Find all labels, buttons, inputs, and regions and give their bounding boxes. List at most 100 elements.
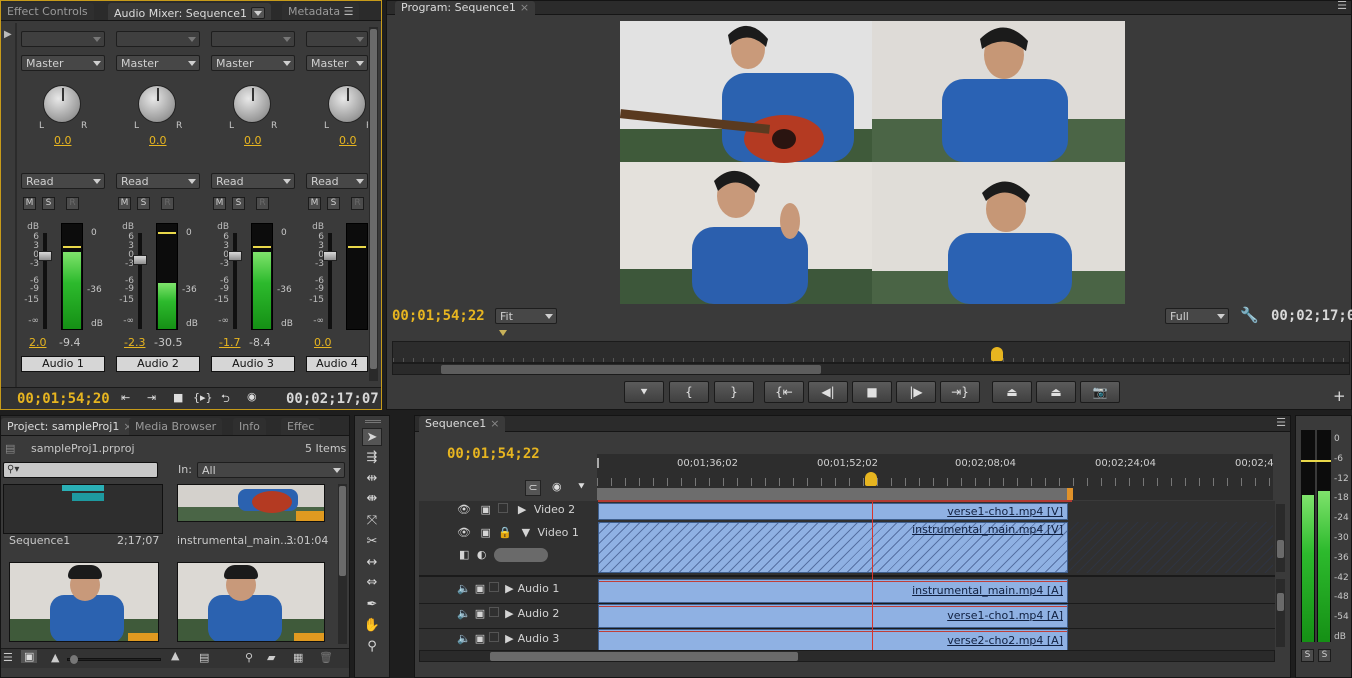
- expand-arrow-icon[interactable]: ▶: [505, 582, 513, 595]
- slide-tool-icon[interactable]: ⇔: [362, 574, 382, 592]
- project-item-verse2-thumb[interactable]: [177, 562, 325, 642]
- ripple-edit-tool-icon[interactable]: ⇹: [362, 470, 382, 488]
- selection-tool-icon[interactable]: ➤: [362, 428, 382, 446]
- output-dropdown[interactable]: Master: [116, 55, 200, 71]
- work-area-bar[interactable]: [597, 488, 1071, 500]
- pan-value[interactable]: 0.0: [244, 134, 262, 147]
- go-to-out-button[interactable]: ⇥}: [940, 381, 980, 403]
- input-dropdown[interactable]: [116, 31, 200, 47]
- track-header-video2[interactable]: 👁 ▣ ▶ Video 2: [457, 503, 597, 523]
- expand-arrow-icon[interactable]: ▶: [505, 607, 513, 620]
- video-tracks-scrollbar[interactable]: [1276, 504, 1285, 572]
- volume-rubber-band[interactable]: [599, 631, 1067, 632]
- rate-stretch-tool-icon[interactable]: ⤧: [362, 512, 382, 530]
- solo-button[interactable]: S: [327, 197, 340, 210]
- razor-tool-icon[interactable]: ✂: [362, 533, 382, 551]
- pan-knob[interactable]: [233, 85, 271, 123]
- snap-icon[interactable]: ⊂: [525, 480, 541, 496]
- track-header-audio[interactable]: 🔈 ▣ ▶ Audio 3: [457, 632, 597, 652]
- zoom-out-icon[interactable]: ▲: [51, 651, 59, 664]
- tab-audio-mixer[interactable]: Audio Mixer: Sequence1: [108, 3, 271, 20]
- set-marker-icon[interactable]: ◉: [552, 480, 562, 493]
- channel-name[interactable]: Audio 4: [306, 356, 368, 372]
- zoom-fit-dropdown[interactable]: Fit: [495, 308, 557, 324]
- volume-fader-track[interactable]: [43, 233, 47, 329]
- volume-rubber-band[interactable]: [599, 606, 1067, 607]
- film-icon[interactable]: ▣: [475, 582, 485, 595]
- step-forward-button[interactable]: |▶: [896, 381, 936, 403]
- pen-tool-icon[interactable]: ✒: [362, 596, 382, 614]
- project-item-verse1-thumb[interactable]: [9, 562, 159, 642]
- record-enable-button[interactable]: R: [256, 197, 269, 210]
- display-style-icon[interactable]: ◧: [459, 548, 469, 561]
- timeline-timecode[interactable]: 00;01;54;22: [447, 446, 540, 462]
- film-icon[interactable]: ▣: [480, 526, 490, 539]
- speaker-icon[interactable]: 🔈: [457, 607, 471, 620]
- wrench-icon[interactable]: 🔧: [1240, 306, 1259, 324]
- lock-toggle[interactable]: [489, 582, 500, 592]
- record-enable-button[interactable]: R: [161, 197, 174, 210]
- pan-knob[interactable]: [328, 85, 366, 123]
- clip-video1[interactable]: instrumental_main.mp4 [V]: [598, 522, 1068, 573]
- tab-program[interactable]: Program: Sequence1 ×: [395, 1, 536, 15]
- zoom-in-icon[interactable]: ▲: [171, 649, 179, 662]
- eye-icon[interactable]: 👁: [457, 503, 471, 516]
- volume-value[interactable]: 2.0: [29, 336, 47, 349]
- eye-icon[interactable]: 👁: [457, 526, 471, 539]
- automation-mode-dropdown[interactable]: Read: [211, 173, 295, 189]
- track-header-audio[interactable]: 🔈 ▣ ▶ Audio 1: [457, 582, 597, 602]
- mark-out-button[interactable]: }: [714, 381, 754, 403]
- solo-button[interactable]: S: [137, 197, 150, 210]
- project-search-input[interactable]: ⚲▾: [3, 462, 158, 478]
- play-in-to-out-icon[interactable]: {▸}: [193, 391, 213, 404]
- clip-audio[interactable]: instrumental_main.mp4 [A]: [598, 579, 1068, 603]
- tab-media-browser[interactable]: Media Browser: [129, 418, 223, 435]
- automate-icon[interactable]: ▤: [199, 651, 209, 664]
- tab-project[interactable]: Project: sampleProj1 ×: [1, 418, 139, 435]
- volume-rubber-band[interactable]: [599, 581, 1067, 582]
- playback-quality-dropdown[interactable]: Full: [1165, 308, 1229, 324]
- project-scrollbar[interactable]: [338, 484, 347, 644]
- tab-info[interactable]: Info: [233, 418, 266, 435]
- project-item-instrumental-thumb[interactable]: [177, 484, 325, 522]
- hand-tool-icon[interactable]: ✋: [362, 617, 382, 635]
- record-icon[interactable]: ◉: [247, 390, 257, 403]
- output-dropdown[interactable]: Master: [306, 55, 368, 71]
- lock-icon[interactable]: 🔒: [498, 526, 512, 539]
- pan-value[interactable]: 0.0: [54, 134, 72, 147]
- project-item-name[interactable]: Sequence1: [9, 534, 70, 547]
- timeline-panel-menu-icon[interactable]: ☰: [1276, 416, 1286, 429]
- volume-fader[interactable]: [133, 255, 147, 265]
- tab-metadata[interactable]: Metadata ☰: [282, 3, 360, 20]
- in-filter-dropdown[interactable]: All: [197, 462, 345, 478]
- output-dropdown[interactable]: Master: [211, 55, 295, 71]
- volume-fader-track[interactable]: [138, 233, 142, 329]
- rolling-edit-tool-icon[interactable]: ⇼: [362, 490, 382, 508]
- audio-tracks-scrollbar[interactable]: [1276, 579, 1285, 647]
- trash-icon[interactable]: 🗑: [319, 651, 333, 664]
- tab-effect-controls[interactable]: Effect Controls: [1, 3, 94, 20]
- film-icon[interactable]: ▣: [475, 632, 485, 645]
- lock-toggle[interactable]: [489, 607, 500, 617]
- step-back-button[interactable]: ◀|: [808, 381, 848, 403]
- track-select-tool-icon[interactable]: ⇶: [362, 449, 382, 467]
- automation-mode-dropdown[interactable]: Read: [306, 173, 368, 189]
- lock-toggle[interactable]: [489, 632, 500, 642]
- find-icon[interactable]: ⚲: [245, 651, 253, 664]
- new-bin-icon[interactable]: ▰: [267, 651, 275, 664]
- timeline-horizontal-scrollbar[interactable]: [419, 650, 1275, 662]
- timeline-ruler[interactable]: 00;01;36;02 00;01;52;02 00;02;08;04 00;02;2…: [597, 454, 1274, 500]
- track-header-video1[interactable]: 👁 ▣ 🔒 ▼ Video 1 ◧ ◐: [457, 526, 597, 576]
- channel-name[interactable]: Audio 3: [211, 356, 295, 372]
- speaker-icon[interactable]: 🔈: [457, 632, 471, 645]
- mute-button[interactable]: M: [23, 197, 36, 210]
- collapse-arrow-icon[interactable]: ▼: [522, 526, 530, 539]
- film-icon[interactable]: ▣: [475, 607, 485, 620]
- keyframe-icon[interactable]: ◐: [477, 548, 487, 561]
- timeline-playhead-line[interactable]: [872, 500, 873, 650]
- mixer-timecode[interactable]: 00;01;54;20: [17, 391, 110, 407]
- solo-button[interactable]: S: [42, 197, 55, 210]
- channel-name[interactable]: Audio 1: [21, 356, 105, 372]
- mark-in-button[interactable]: {: [669, 381, 709, 403]
- program-time-ruler[interactable]: [392, 341, 1350, 363]
